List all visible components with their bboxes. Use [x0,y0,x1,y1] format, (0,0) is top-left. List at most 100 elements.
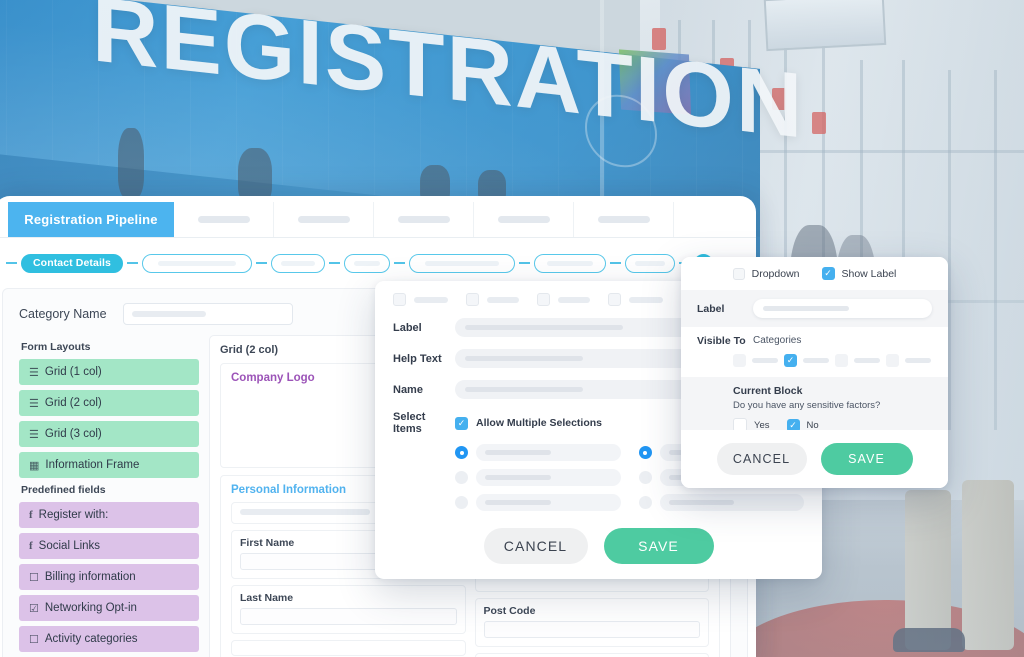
photo-display-screen [763,0,887,52]
ghost-bar [240,509,370,515]
step-connector [328,262,340,264]
option-placeholder-bar [487,296,519,303]
option-input[interactable] [476,494,621,511]
palette-item-activity-categories[interactable]: ☐ Activity categories [19,626,199,652]
tab-5[interactable] [474,202,574,237]
category-checkbox-list: ✓ [733,354,932,367]
current-block-question: Do you have any sensitive factors? [733,400,881,411]
show-label-option[interactable]: ✓ Show Label [821,267,896,280]
post-code-input[interactable] [483,621,700,638]
tab-4[interactable] [374,202,474,237]
option-checkbox[interactable] [537,293,550,306]
allow-multiple-checkbox[interactable]: ✓ [455,416,468,430]
step-placeholder-bar [546,260,593,266]
option-radio-selected[interactable] [638,446,652,459]
checkbox-icon: ☑ [29,602,39,615]
photo-person [118,128,144,198]
cancel-button[interactable]: CANCEL [483,528,588,564]
category-name-input[interactable] [122,303,293,325]
field-label: Last Name [240,592,294,604]
visible-to-label: Visible To [697,335,746,347]
palette-item-grid-3col[interactable]: ☰ Grid (3 col) [19,421,199,447]
step-connector [518,262,530,264]
step-placeholder-bar [424,260,499,266]
option-radio[interactable] [455,496,468,509]
palette-item-grid-2col[interactable]: ☰ Grid (2 col) [19,390,199,416]
option-input[interactable] [659,494,804,511]
palette-item-label: Grid (2 col) [44,397,102,409]
step-placeholder-bar [353,260,380,266]
category-checkbox-checked[interactable]: ✓ [784,354,797,367]
row-visible-to: Visible To Categories ✓ [681,327,948,377]
palette-item-label: Billing information [44,571,136,583]
dropdown-checkbox[interactable] [732,267,745,280]
label-field-label: Label [393,321,422,334]
option-checkbox[interactable] [393,293,406,306]
palette-item-social-links[interactable]: f Social Links [19,533,199,559]
cancel-button[interactable]: CANCEL [716,443,807,475]
option-row[interactable] [455,444,621,461]
tab-registration-pipeline[interactable]: Registration Pipeline [8,202,174,237]
option-radio-selected[interactable] [455,446,468,459]
card-icon: ☐ [29,633,39,646]
dropdown-label: Dropdown [751,267,800,280]
select-items-label: Select Items [393,411,426,435]
step-4[interactable] [343,253,390,273]
allow-multiple-label: Allow Multiple Selections [476,417,603,429]
last-name-input[interactable] [240,608,457,625]
label-input[interactable] [753,299,932,318]
facebook-icon: f [29,540,33,552]
save-button[interactable]: SAVE [603,528,714,564]
step-connector [126,262,138,264]
option-placeholder-bar [558,296,590,303]
field-last-name[interactable]: Last Name [231,585,466,634]
row-label: Label [681,290,948,327]
step-5[interactable] [408,253,515,273]
option-placeholder-bar [485,500,551,505]
tab-placeholder-bar [397,216,450,223]
step-3[interactable] [270,253,325,273]
grid-1col-icon: ☰ [29,366,39,379]
palette-item-label: Activity categories [44,633,138,645]
tab-2[interactable] [174,202,274,237]
step-2[interactable] [141,253,252,273]
palette-item-register-with[interactable]: f Register with: [19,502,199,528]
show-label-checkbox[interactable]: ✓ [821,267,835,280]
palette-item-grid-1col[interactable]: ☰ Grid (1 col) [19,359,199,385]
dropdown-option[interactable]: Dropdown [732,267,800,280]
option-input[interactable] [476,444,621,461]
category-placeholder-bar [752,358,778,363]
palette-item-networking-optin[interactable]: ☑ Networking Opt-in [19,595,199,621]
field-label: Post Code [483,605,536,617]
step-6[interactable] [533,253,606,273]
palette-item-billing-information[interactable]: ☐ Billing information [19,564,199,590]
step-7[interactable] [624,253,675,273]
input-placeholder-bar [465,387,584,392]
palette-item-label: Social Links [38,540,101,552]
option-checkbox[interactable] [466,293,479,306]
field-extra[interactable] [474,653,709,657]
step-contact-details[interactable]: Contact Details [21,253,123,273]
dialog-top-options: Dropdown ✓ Show Label [681,257,948,290]
category-checkbox[interactable] [733,354,746,367]
option-radio[interactable] [638,471,652,484]
option-checkbox[interactable] [608,293,621,306]
palette-sidebar: Form Layouts ☰ Grid (1 col) ☰ Grid (2 co… [19,335,199,657]
palette-item-information-frame[interactable]: ▦ Information Frame [19,452,199,478]
step-connector [6,262,17,264]
save-button[interactable]: SAVE [820,443,913,475]
option-input[interactable] [476,469,621,486]
category-checkbox[interactable] [886,354,899,367]
option-radio[interactable] [638,496,652,509]
categories-label: Categories [753,335,802,346]
option-row[interactable] [455,494,621,511]
field-extra[interactable] [231,640,466,656]
field-post-code[interactable]: Post Code [474,598,709,647]
option-row[interactable] [455,469,621,486]
tab-6[interactable] [574,202,674,237]
option-row[interactable] [638,494,804,511]
category-checkbox[interactable] [835,354,848,367]
grid-2col-icon: ☰ [29,397,39,410]
option-radio[interactable] [455,471,468,484]
tab-3[interactable] [274,202,374,237]
